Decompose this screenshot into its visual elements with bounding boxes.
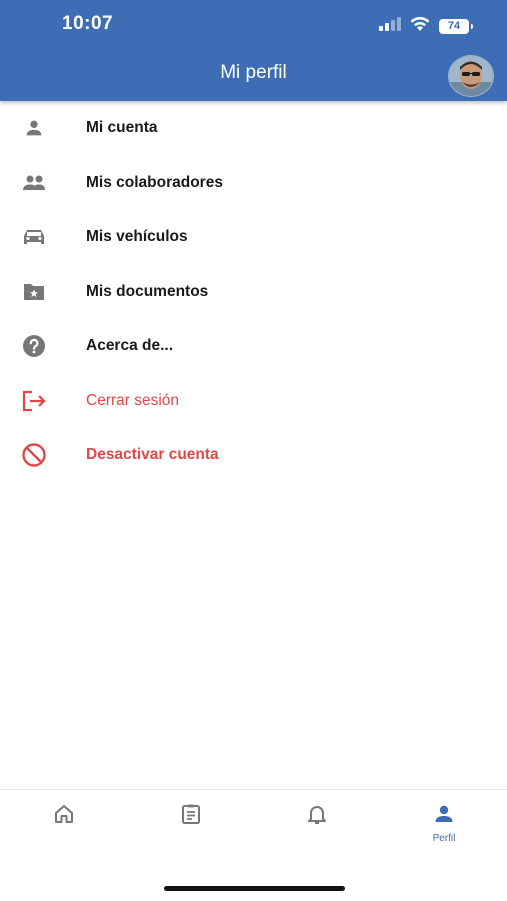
people-icon <box>21 170 47 196</box>
tab-perfil[interactable]: Perfil <box>404 802 484 862</box>
menu-item-label: Desactivar cuenta <box>86 446 219 464</box>
logout-icon <box>21 388 47 414</box>
cellular-signal-icon <box>379 17 401 36</box>
menu-item-mis-documentos[interactable]: Mis documentos <box>0 265 507 320</box>
person-icon <box>21 115 47 141</box>
page-title: Mi perfil <box>220 62 287 83</box>
menu-item-label: Mis vehículos <box>86 228 188 246</box>
clipboard-icon <box>179 802 203 831</box>
block-icon <box>21 442 47 468</box>
tab-label: Perfil <box>432 833 456 844</box>
bottom-nav: Perfil <box>0 789 507 901</box>
help-icon <box>21 333 47 359</box>
wifi-icon <box>409 16 431 37</box>
tab-home[interactable] <box>24 802 104 862</box>
menu-item-label: Mis colaboradores <box>86 173 223 191</box>
avatar[interactable] <box>448 55 494 97</box>
menu-item-label: Acerca de... <box>86 337 174 355</box>
menu-item-desactivar-cuenta[interactable]: Desactivar cuenta <box>0 428 507 483</box>
menu-item-label: Mi cuenta <box>86 119 158 137</box>
car-icon <box>21 224 47 250</box>
status-time: 10:07 <box>62 13 114 34</box>
home-indicator[interactable] <box>164 886 345 891</box>
status-icons: 74 <box>379 16 473 37</box>
bell-icon <box>305 802 329 831</box>
tab-notifications[interactable] <box>277 802 357 862</box>
star-folder-icon <box>21 279 47 305</box>
battery-icon: 74 <box>439 19 473 34</box>
menu-item-acerca-de[interactable]: Acerca de... <box>0 319 507 374</box>
person-icon <box>432 802 456 831</box>
menu-item-mi-cuenta[interactable]: Mi cuenta <box>0 101 507 156</box>
profile-menu: Mi cuenta Mis colaboradores Mis vehículo… <box>0 101 507 483</box>
app-header: 10:07 74 Mi perfil <box>0 0 507 101</box>
menu-item-label: Mis documentos <box>86 282 209 300</box>
menu-item-mis-colaboradores[interactable]: Mis colaboradores <box>0 156 507 211</box>
menu-item-mis-vehiculos[interactable]: Mis vehículos <box>0 210 507 265</box>
menu-item-label: Cerrar sesión <box>86 391 180 409</box>
home-icon <box>52 802 76 831</box>
status-bar: 10:07 74 <box>0 0 507 50</box>
menu-item-cerrar-sesion[interactable]: Cerrar sesión <box>0 374 507 429</box>
tab-tasks[interactable] <box>151 802 231 862</box>
